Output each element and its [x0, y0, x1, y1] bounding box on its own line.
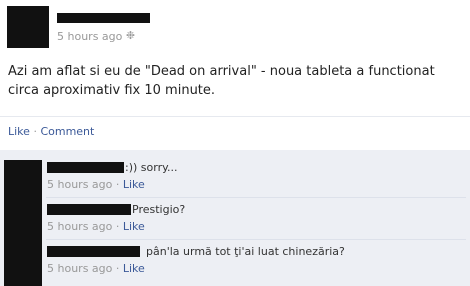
post-actions: Like · Comment — [8, 125, 94, 138]
comment-link[interactable]: Comment — [40, 125, 94, 138]
comment-text: :)) sorry... — [125, 161, 178, 174]
comment-timestamp[interactable]: 5 hours ago — [47, 262, 112, 275]
comment-like-link[interactable]: Like — [123, 178, 145, 191]
comment-author-name[interactable] — [47, 246, 140, 257]
post-meta: 5 hours ago ❉ — [57, 29, 135, 43]
comment-text: Prestigio? — [132, 203, 186, 216]
meta-separator: · — [115, 220, 120, 233]
comment-divider — [46, 239, 466, 240]
post-text: Azi am aflat si eu de "Dead on arrival" … — [8, 64, 435, 98]
meta-separator: · — [115, 178, 120, 191]
comment-like-link[interactable]: Like — [123, 262, 145, 275]
comment-divider — [46, 197, 466, 198]
comment-meta: 5 hours ago · Like — [47, 262, 145, 275]
post-timestamp[interactable]: 5 hours ago — [57, 30, 122, 43]
post-divider — [0, 116, 470, 117]
comment-avatar[interactable] — [4, 160, 42, 286]
post-author-name[interactable] — [57, 13, 150, 23]
action-separator: · — [33, 125, 37, 138]
like-link[interactable]: Like — [8, 125, 30, 138]
comment-author-name[interactable] — [47, 162, 124, 173]
post-author-avatar[interactable] — [7, 6, 49, 48]
comment-author-name[interactable] — [47, 204, 131, 215]
comment-meta: 5 hours ago · Like — [47, 220, 145, 233]
comment-text: pân'la urmă tot ţi'ai luat chinezăria? — [146, 245, 345, 258]
gear-icon[interactable]: ❉ — [126, 29, 135, 42]
comment-timestamp[interactable]: 5 hours ago — [47, 178, 112, 191]
meta-separator: · — [115, 262, 120, 275]
comment-meta: 5 hours ago · Like — [47, 178, 145, 191]
comment-like-link[interactable]: Like — [123, 220, 145, 233]
comment-timestamp[interactable]: 5 hours ago — [47, 220, 112, 233]
